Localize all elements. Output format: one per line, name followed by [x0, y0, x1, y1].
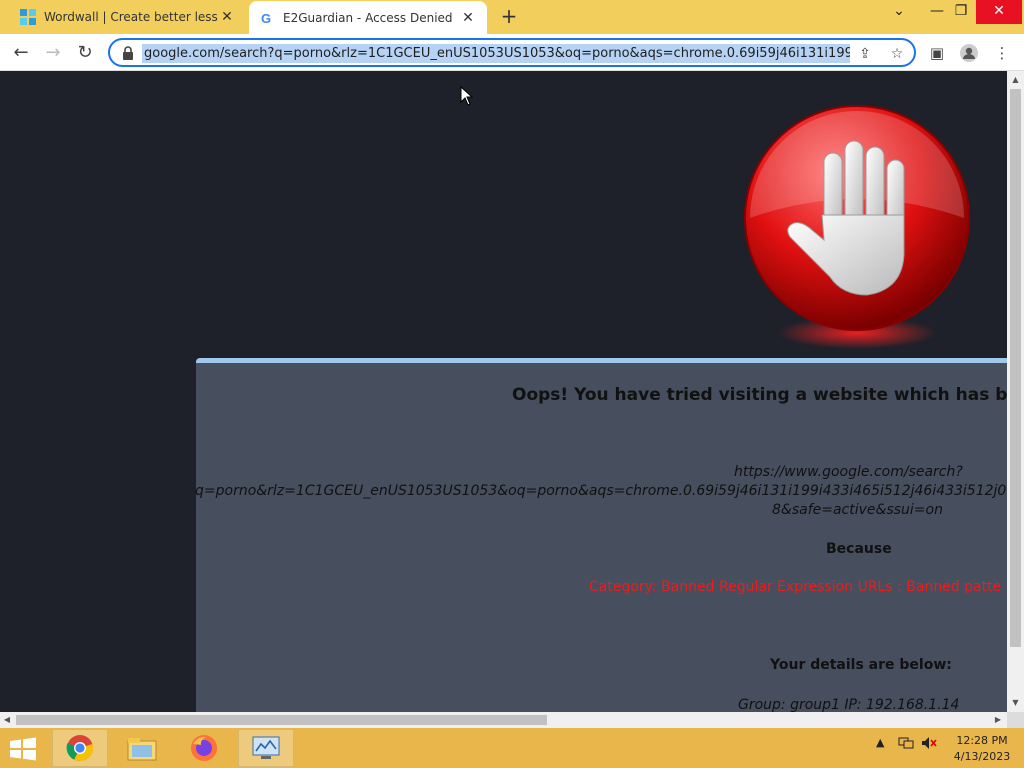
group-ip-info: Group: group1 IP: 192.168.1.14 [738, 697, 960, 712]
access-denied-panel: Oops! You have tried visiting a website … [195, 358, 1007, 712]
address-bar[interactable]: google.com/search?q=porno&rlz=1C1GCEU_en… [108, 38, 916, 67]
tab-e2guardian[interactable]: G E2Guardian - Access Denied ✕ [249, 1, 487, 35]
new-tab-button[interactable]: + [498, 6, 520, 28]
scroll-thumb[interactable] [16, 715, 547, 725]
profile-icon[interactable] [958, 42, 980, 64]
tab-title: Wordwall | Create better lessons [44, 10, 218, 24]
taskbar: ▲ 12:28 PM 4/13/2023 [0, 728, 1024, 768]
firefox-icon[interactable] [176, 729, 232, 767]
tab-strip: Wordwall | Create better lessons ✕ G E2G… [0, 0, 1024, 35]
blocked-url: https://www.google.com/search? q=porno&r… [195, 463, 1007, 520]
scroll-up-arrow-icon[interactable]: ▲ [1007, 73, 1024, 87]
clock-date: 4/13/2023 [953, 750, 1011, 763]
chrome-icon[interactable] [52, 729, 108, 767]
page-title: Oops! You have tried visiting a website … [512, 385, 1007, 405]
side-panel-icon[interactable]: ▣ [926, 42, 948, 64]
restore-button[interactable]: ❐ [944, 0, 978, 24]
volume-muted-icon[interactable] [921, 736, 937, 753]
clock-time: 12:28 PM [956, 734, 1008, 747]
vertical-scrollbar[interactable]: ▲ ▼ [1007, 71, 1024, 712]
reload-icon[interactable]: ↻ [72, 40, 98, 66]
block-category: Category: Banned Regular Expression URLs… [589, 579, 1002, 595]
tab-search-icon[interactable]: ⌄ [882, 0, 916, 24]
forward-icon[interactable]: → [40, 40, 66, 66]
lock-icon [123, 46, 133, 60]
url-text[interactable]: google.com/search?q=porno&rlz=1C1GCEU_en… [142, 44, 850, 63]
google-icon: G [259, 10, 275, 26]
horizontal-scrollbar[interactable]: ◀ ▶ [0, 712, 1007, 728]
wordwall-icon [20, 9, 36, 25]
bookmark-star-icon[interactable]: ☆ [888, 45, 906, 63]
close-tab-icon[interactable]: ✕ [459, 10, 477, 26]
blocked-url-line: 8&safe=active&ssui=on [772, 502, 943, 518]
scroll-thumb[interactable] [1010, 89, 1021, 647]
scroll-left-arrow-icon[interactable]: ◀ [0, 712, 14, 728]
page-content: Oops! You have tried visiting a website … [0, 71, 1007, 712]
show-hidden-icons-icon[interactable]: ▲ [876, 736, 884, 749]
windows-start-icon[interactable] [8, 737, 38, 761]
mouse-cursor-icon [460, 86, 474, 106]
file-explorer-icon[interactable] [114, 729, 170, 767]
scroll-down-arrow-icon[interactable]: ▼ [1007, 696, 1024, 710]
blocked-url-line: https://www.google.com/search? [734, 464, 963, 480]
because-label: Because [826, 541, 892, 557]
share-icon[interactable]: ⇪ [856, 45, 874, 63]
network-icon[interactable] [898, 736, 914, 753]
svg-text:G: G [261, 11, 271, 25]
monitor-app-icon[interactable] [238, 729, 294, 767]
stop-hand-icon [744, 105, 970, 349]
tab-title: E2Guardian - Access Denied [283, 11, 453, 25]
menu-icon[interactable]: ⋮ [991, 42, 1013, 64]
tab-wordwall[interactable]: Wordwall | Create better lessons ✕ [10, 0, 246, 34]
blocked-url-line: q=porno&rlz=1C1GCEU_enUS1053US1053&oq=po… [195, 483, 1007, 499]
close-tab-icon[interactable]: ✕ [218, 9, 236, 25]
close-window-button[interactable]: ✕ [976, 0, 1022, 24]
scroll-right-arrow-icon[interactable]: ▶ [991, 712, 1005, 728]
back-icon[interactable]: ← [8, 40, 34, 66]
details-heading: Your details are below: [770, 657, 952, 673]
browser-toolbar: ← → ↻ google.com/search?q=porno&rlz=1C1G… [0, 34, 1024, 71]
system-clock[interactable]: 12:28 PM 4/13/2023 [952, 733, 1012, 765]
scrollbar-corner [1007, 712, 1024, 728]
